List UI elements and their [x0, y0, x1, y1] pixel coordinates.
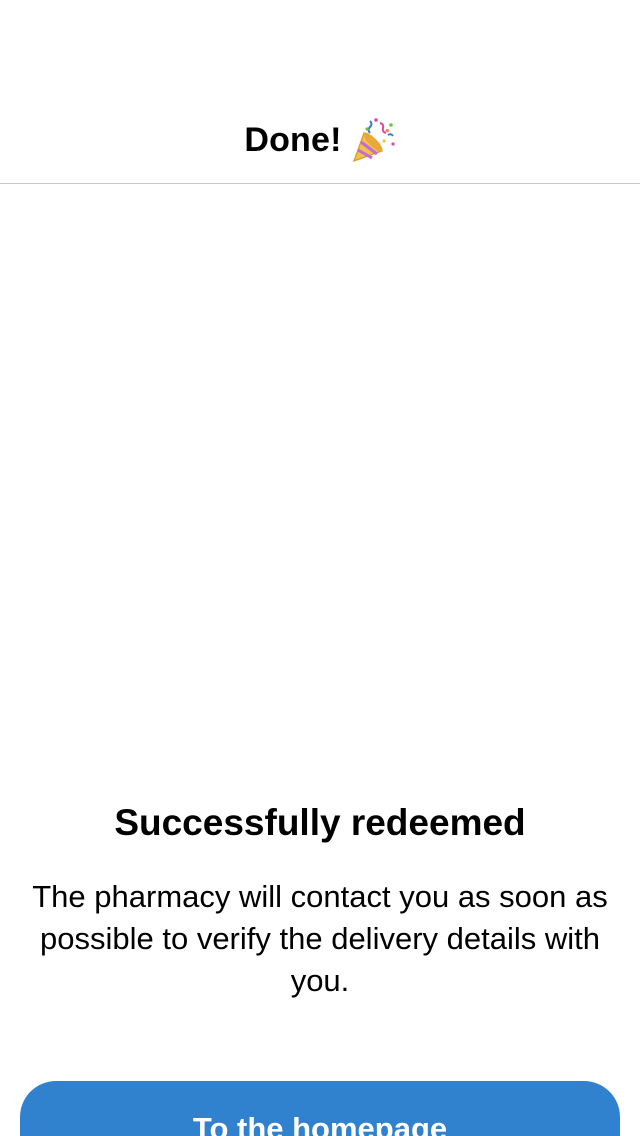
navigation-bar: Done!: [0, 0, 640, 184]
success-message: Successfully redeemed The pharmacy will …: [0, 796, 640, 1002]
success-description: The pharmacy will contact you as soon as…: [32, 879, 608, 998]
success-screen: Done! Successfully redeemed The pharmacy…: [0, 0, 640, 1136]
success-title: Successfully redeemed: [114, 802, 526, 843]
to-homepage-button[interactable]: To the homepage: [20, 1081, 620, 1136]
page-title: Done!: [0, 114, 640, 166]
page-title-text: Done!: [244, 120, 342, 159]
party-popper-icon: [352, 118, 395, 162]
